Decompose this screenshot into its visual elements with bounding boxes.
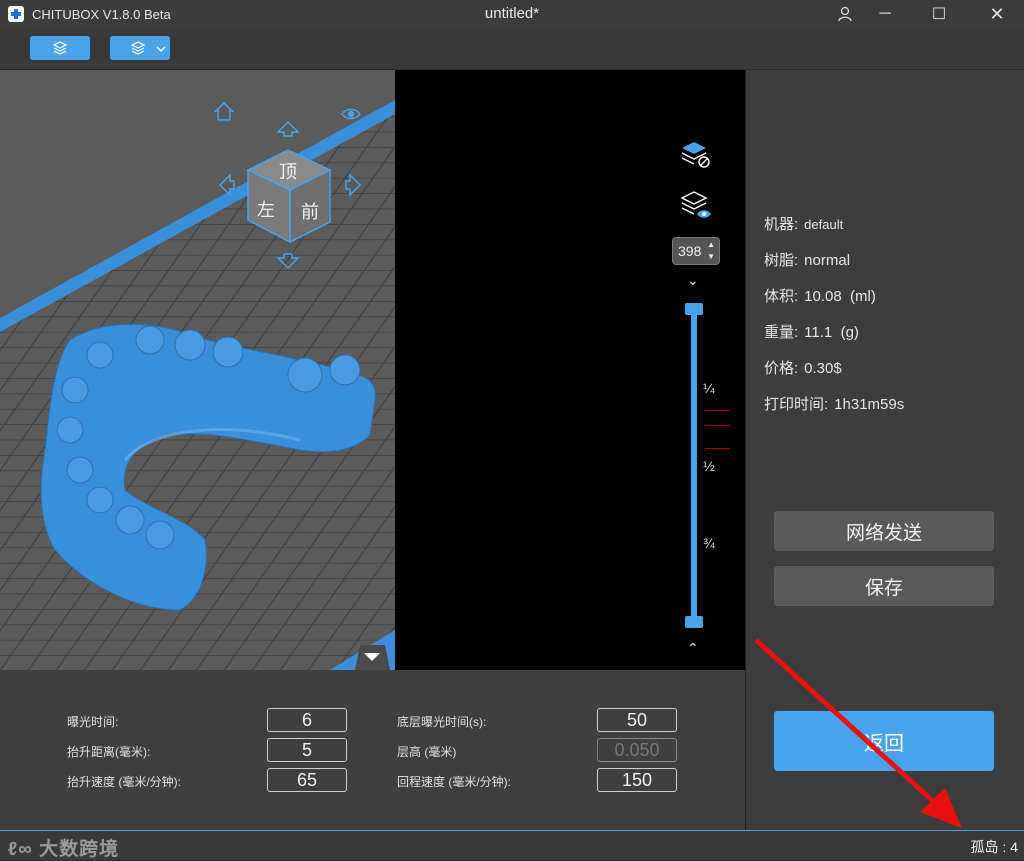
- layer-number-value: 398: [678, 243, 702, 259]
- slice-marker: [705, 425, 730, 426]
- weight-label: 重量:: [764, 324, 799, 341]
- print-time-value: 1h31m59s: [834, 396, 905, 413]
- machine-value: default: [804, 217, 844, 232]
- slice-marker: [705, 410, 730, 411]
- cube-left-face[interactable]: 左: [257, 200, 275, 221]
- spin-arrows-icon[interactable]: ▲ ▼: [707, 239, 715, 263]
- retract-speed-field[interactable]: 150: [597, 768, 677, 792]
- 3d-viewport[interactable]: 顶 左 前: [0, 70, 395, 670]
- cube-top-face[interactable]: 顶: [279, 162, 297, 183]
- layers-show-icon[interactable]: [680, 190, 712, 222]
- save-button[interactable]: 保存: [774, 566, 994, 606]
- chevron-down-icon[interactable]: ⌄: [687, 272, 699, 289]
- slice-preview[interactable]: 398 ▲ ▼ ⌄ ¼ ½ ¾ ⌃: [395, 70, 745, 670]
- lift-distance-field[interactable]: 5: [267, 738, 347, 762]
- network-send-button[interactable]: 网络发送: [774, 511, 994, 551]
- user-icon: [838, 6, 852, 22]
- cube-front-face[interactable]: 前: [301, 202, 319, 223]
- layer-slider-track[interactable]: [691, 310, 697, 625]
- layers-gear-icon: [52, 41, 68, 55]
- resin-value: normal: [804, 252, 851, 269]
- layers-export-icon: [130, 41, 166, 55]
- lift-speed-label: 抬升速度 (毫米/分钟):: [67, 775, 181, 789]
- layer-height-label: 层高 (毫米): [397, 745, 457, 759]
- bottom-exposure-field[interactable]: 50: [597, 708, 677, 732]
- print-params-panel: 曝光时间: 6 抬升距离(毫米): 5 抬升速度 (毫米/分钟): 65 底层曝…: [0, 670, 745, 830]
- watermark-text: 大数跨境: [39, 839, 120, 860]
- lift-distance-label: 抬升距离(毫米):: [67, 745, 151, 759]
- resin-label: 树脂:: [764, 252, 799, 269]
- back-button[interactable]: 返回: [774, 711, 994, 771]
- island-count: 孤岛 : 4: [970, 839, 1018, 855]
- title-bar: CHITUBOX V1.8.0 Beta untitled* ─ ☐ ✕: [0, 0, 1024, 28]
- layers-hide-icon[interactable]: [680, 140, 712, 172]
- layer-height-field: 0.050: [597, 738, 677, 762]
- volume-label: 体积:: [764, 288, 799, 305]
- lift-speed-field[interactable]: 65: [267, 768, 347, 792]
- layer-slider-bottom-handle[interactable]: [685, 616, 703, 628]
- chevron-up-icon[interactable]: ⌃: [687, 640, 699, 657]
- close-button[interactable]: ✕: [974, 0, 1020, 28]
- maximize-button[interactable]: ☐: [916, 0, 962, 28]
- machine-label: 机器:: [764, 216, 799, 233]
- exposure-time-label: 曝光时间:: [67, 715, 119, 729]
- fraction-quarter: ¼: [703, 380, 715, 396]
- price-label: 价格:: [764, 360, 799, 377]
- fraction-half: ½: [703, 458, 715, 474]
- volume-value: 10.08 (ml): [804, 288, 876, 305]
- status-bar: ℓ∞ 大数跨境 孤岛 : 4: [0, 830, 1024, 860]
- app-name: CHITUBOX V1.8.0 Beta: [32, 6, 171, 22]
- exposure-time-field[interactable]: 6: [267, 708, 347, 732]
- toolbar: [0, 28, 1024, 70]
- print-time-label: 打印时间:: [764, 396, 829, 413]
- bottom-exposure-label: 底层曝光时间(s):: [397, 715, 487, 729]
- build-plate-grid: 顶 左 前: [0, 70, 395, 670]
- watermark-mark-icon: ℓ∞: [8, 839, 40, 860]
- chevron-down-icon: [156, 46, 166, 52]
- layer-number-spinbox[interactable]: 398 ▲ ▼: [672, 237, 720, 265]
- chitubox-logo-icon: [8, 6, 24, 22]
- info-panel: 机器: default 树脂: normal 体积: 10.08 (ml) 重量: 11…: [745, 70, 1024, 830]
- slice-marker: [705, 448, 730, 449]
- slice-settings-button[interactable]: [30, 36, 90, 60]
- watermark-logo: ℓ∞ 大数跨境: [8, 834, 119, 861]
- export-dropdown-button[interactable]: [110, 36, 170, 60]
- retract-speed-label: 回程速度 (毫米/分钟):: [397, 775, 511, 789]
- minimize-button[interactable]: ─: [862, 0, 908, 28]
- layer-slider-top-handle[interactable]: [685, 303, 703, 315]
- price-value: 0.30$: [804, 360, 842, 377]
- weight-value: 11.1 (g): [804, 324, 859, 341]
- fraction-three-quarters: ¾: [703, 535, 715, 551]
